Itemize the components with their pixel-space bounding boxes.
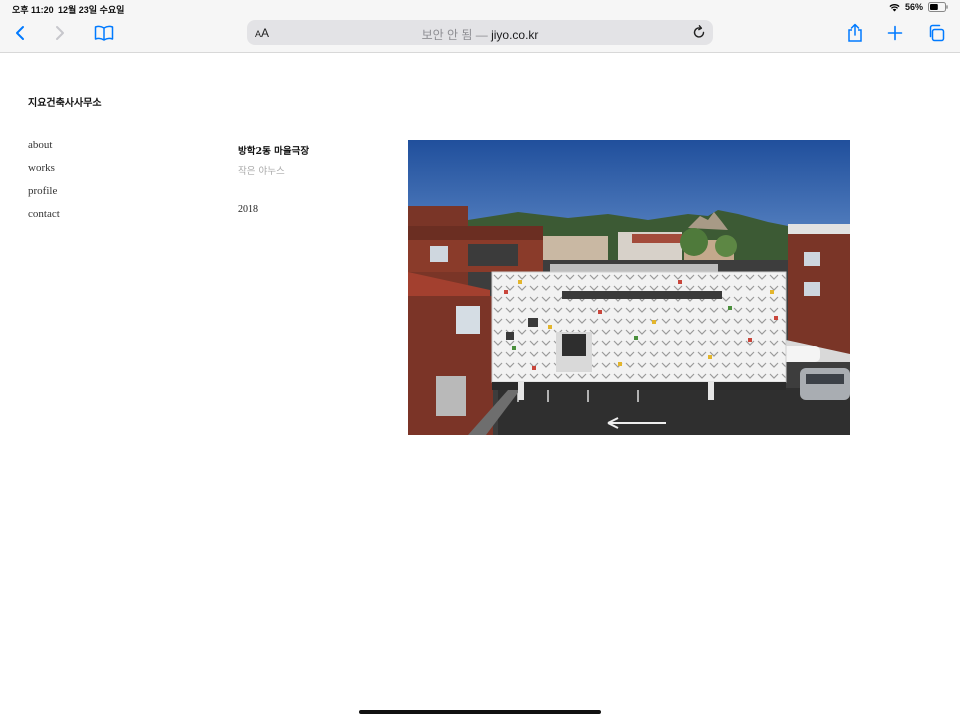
project-title: 방학2동 마을극장 [238,146,310,157]
forward-icon [54,25,66,41]
tabs-icon [927,24,945,42]
address-bar[interactable]: AA 보안 안 됨 — jiyo.co.kr [247,20,713,45]
status-indicators: 56% [889,2,948,12]
nav-contact[interactable]: contact [28,208,60,231]
wifi-icon [889,3,900,12]
security-warning: 보안 안 됨 — [421,28,492,42]
tabs-button[interactable] [924,22,948,44]
project-photo[interactable] [408,140,850,435]
bookmarks-button[interactable] [92,22,116,44]
status-bar: 오후 11:20 12월 23일 수요일 56% [0,0,960,16]
new-tab-button[interactable] [883,22,907,44]
nav-profile[interactable]: profile [28,185,60,208]
address-domain: jiyo.co.kr [491,28,539,42]
back-button[interactable] [8,22,32,44]
browser-toolbar: AA 보안 안 됨 — jiyo.co.kr [0,16,960,53]
project-subtitle: 작은 야누스 [238,166,285,177]
reload-icon [691,25,707,44]
project-year: 2018 [238,204,258,215]
forward-button[interactable] [48,22,72,44]
nav-works[interactable]: works [28,162,60,185]
status-date: 12월 23일 수요일 [58,5,125,15]
battery-percentage: 56% [904,2,923,12]
share-icon [847,23,863,43]
nav-about[interactable]: about [28,139,60,162]
status-time: 오후 11:20 [12,5,54,15]
plus-icon [887,25,903,41]
site-title[interactable]: 지요건축사사무소 [28,94,102,109]
back-icon [14,25,26,41]
site-nav: about works profile contact [28,139,60,231]
address-text: 보안 안 됨 — jiyo.co.kr [247,26,713,43]
bookmarks-icon [94,25,114,41]
battery-icon [928,2,948,12]
home-indicator[interactable] [359,710,601,714]
share-button[interactable] [843,22,867,44]
reload-button[interactable] [691,24,707,40]
